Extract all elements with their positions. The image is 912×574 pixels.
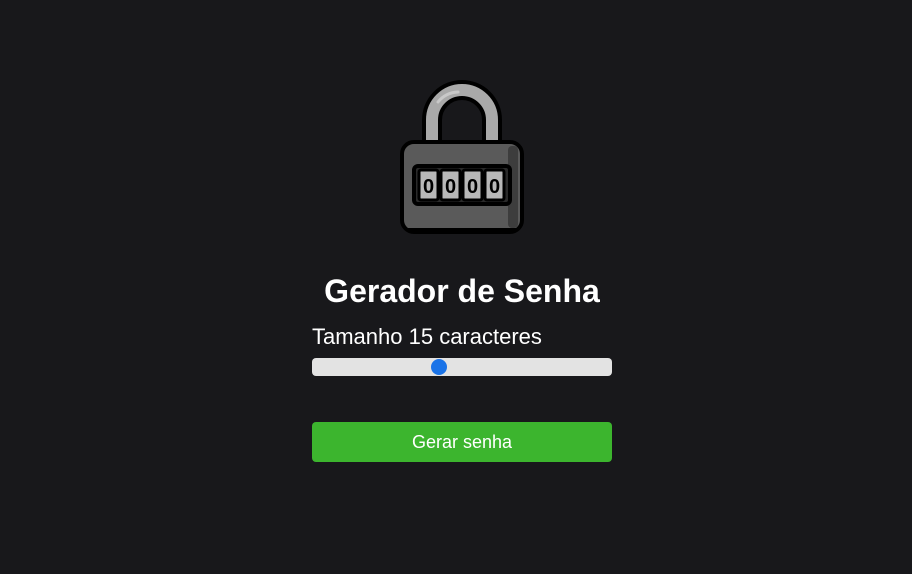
generate-password-button[interactable]: Gerar senha bbox=[312, 422, 612, 462]
slider-thumb[interactable] bbox=[431, 359, 447, 375]
padlock-digit: 0 bbox=[489, 176, 500, 198]
length-slider[interactable] bbox=[312, 358, 612, 376]
padlock-digit: 0 bbox=[467, 176, 478, 198]
padlock-digit: 0 bbox=[445, 176, 456, 198]
padlock-digits: 0 0 0 0 bbox=[417, 168, 506, 202]
password-generator-page: 0 0 0 0 Gerador de Senha Tamanho 15 cara… bbox=[0, 0, 912, 574]
page-title: Gerador de Senha bbox=[324, 273, 600, 309]
length-label: Tamanho 15 caracteres bbox=[312, 324, 542, 349]
padlock-digit: 0 bbox=[423, 176, 434, 198]
combination-padlock-icon: 0 0 0 0 bbox=[400, 80, 524, 234]
